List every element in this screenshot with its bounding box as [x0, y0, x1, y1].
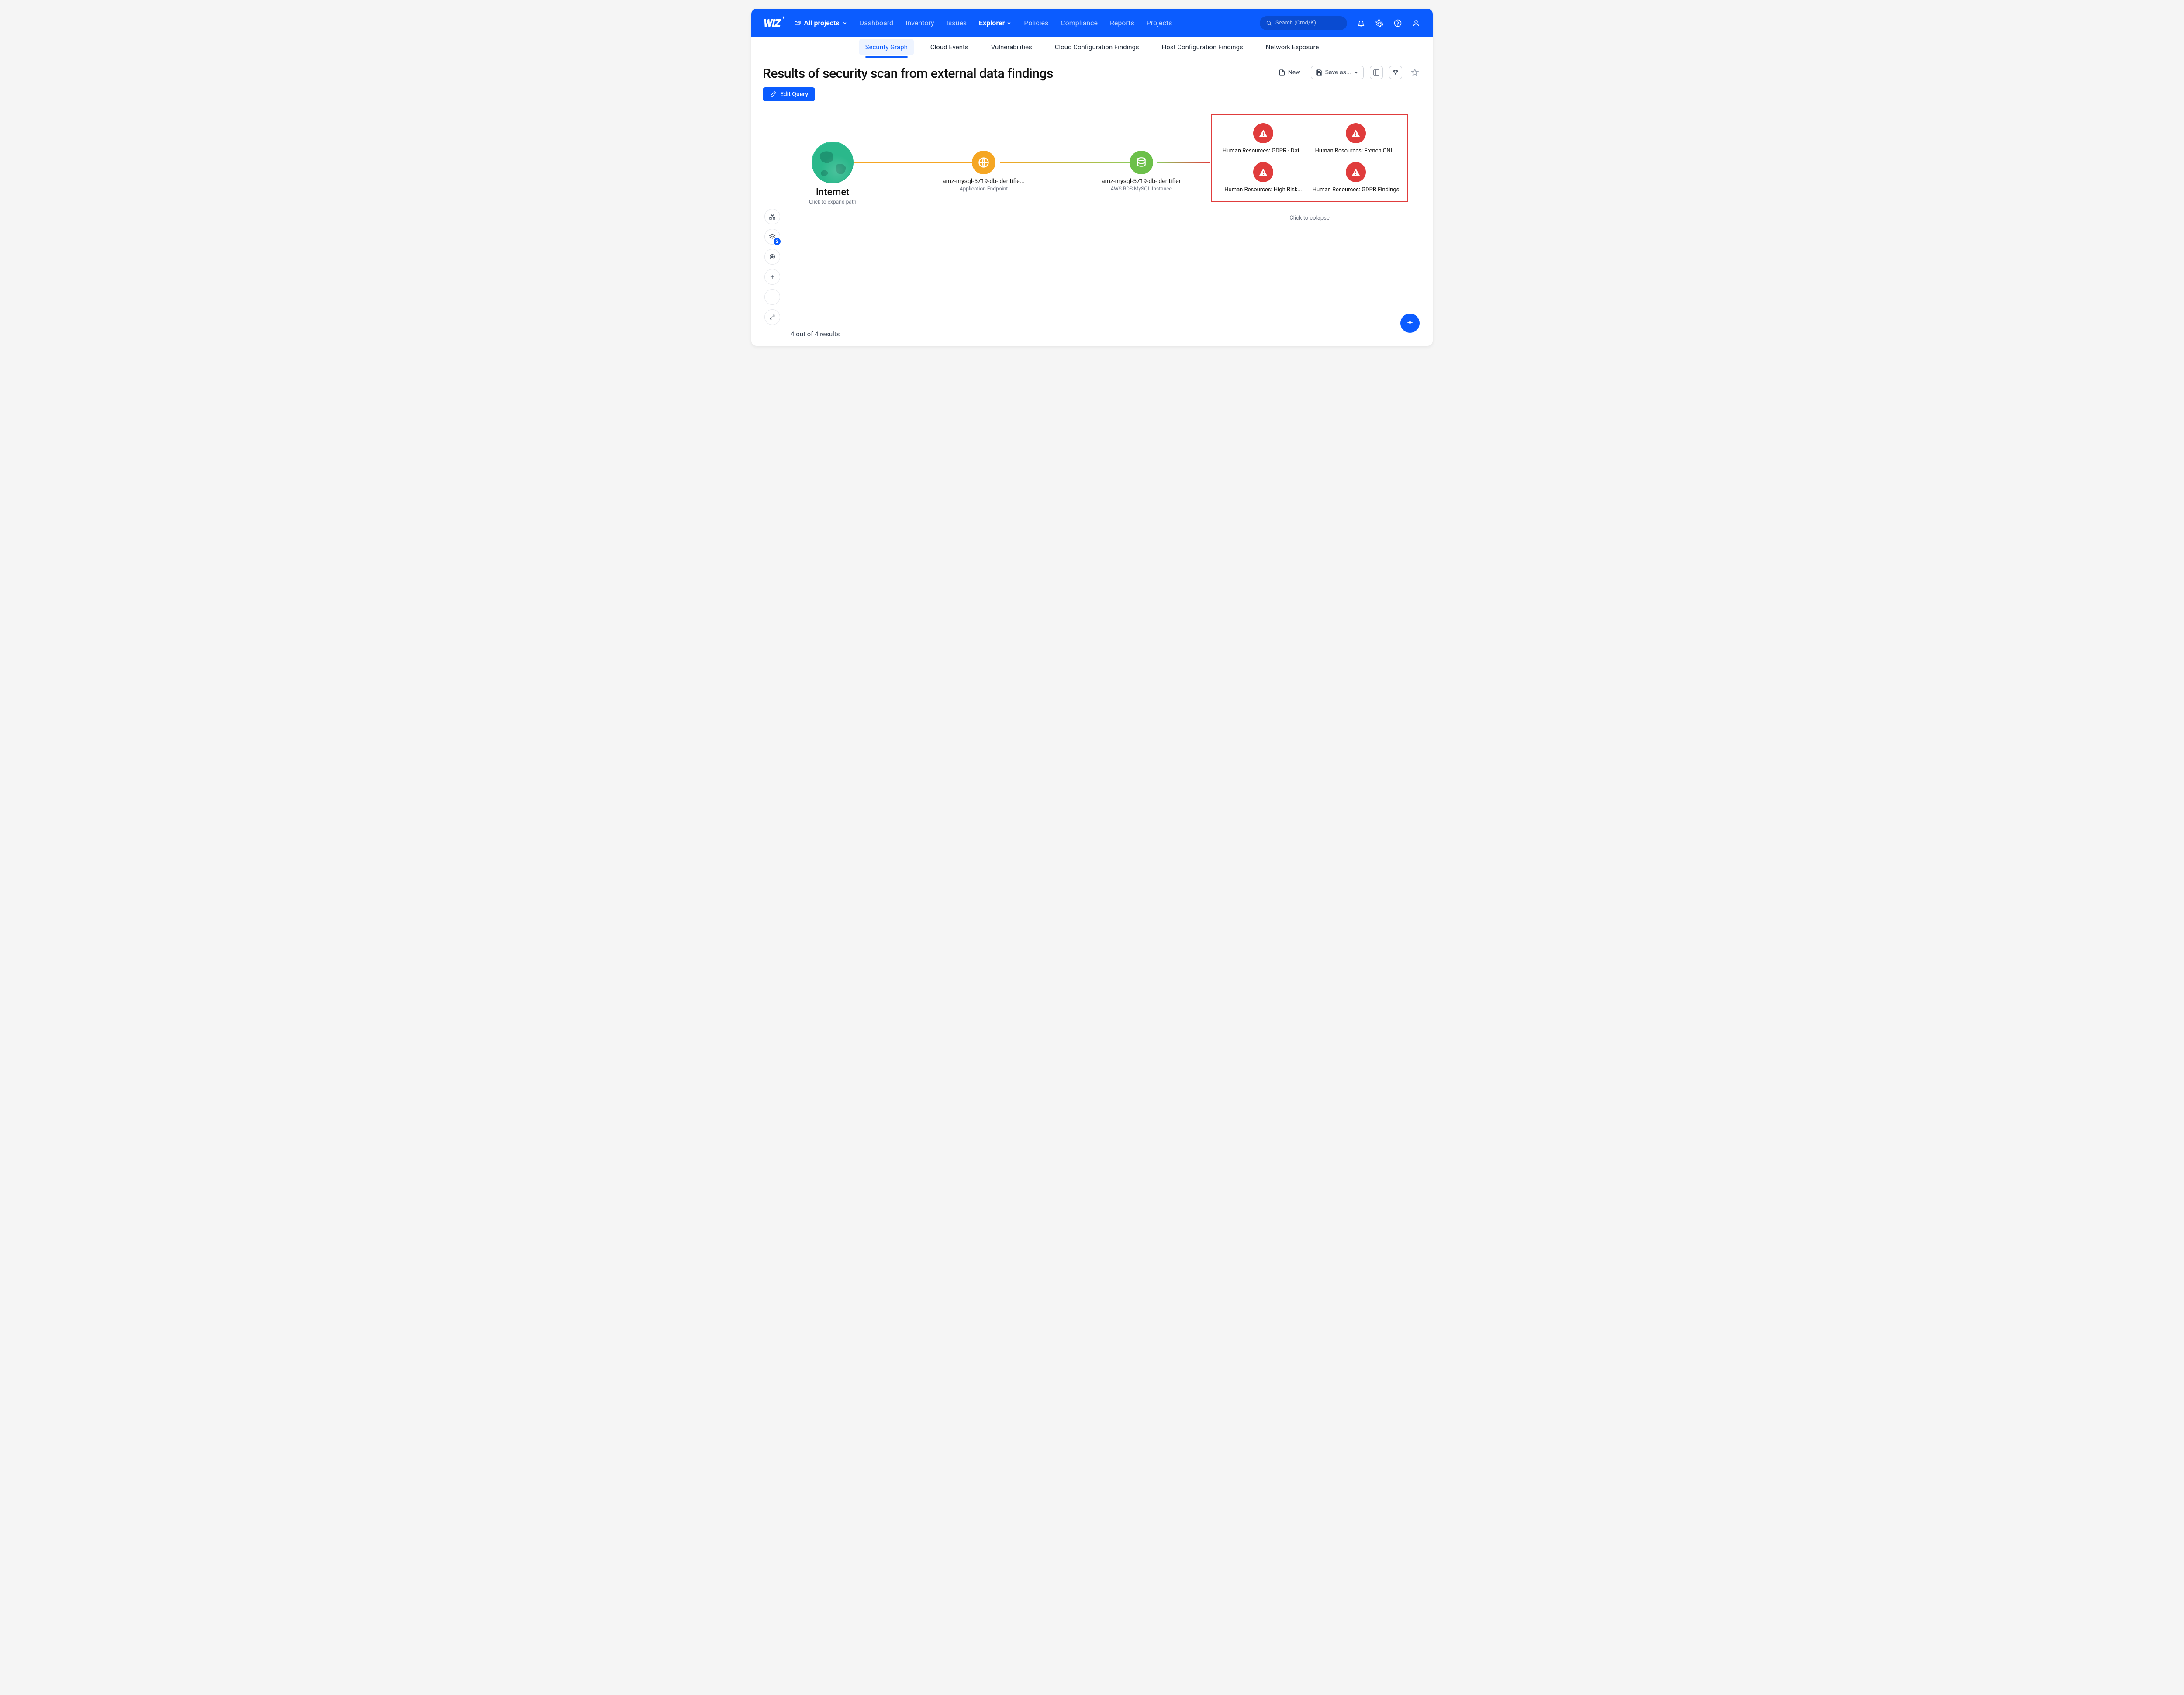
finding-label: Human Resources: GDPR - Dat...	[1223, 148, 1304, 154]
nav-projects[interactable]: Projects	[1147, 19, 1172, 27]
save-as-button[interactable]: Save as...	[1311, 66, 1364, 79]
alert-icon	[1346, 162, 1366, 182]
gear-icon	[1375, 19, 1383, 27]
node-db-sublabel: AWS RDS MySQL Instance	[1111, 186, 1172, 192]
tab-cloud-config-findings[interactable]: Cloud Configuration Findings	[1049, 39, 1145, 55]
chevron-down-icon	[1354, 70, 1359, 75]
finding-item[interactable]: Human Resources: French CNI...	[1310, 123, 1401, 154]
star-button[interactable]	[1408, 66, 1421, 79]
project-picker-label: All projects	[804, 19, 839, 27]
node-internet[interactable]: Internet Click to expand path	[809, 142, 856, 205]
alert-icon	[1346, 123, 1366, 143]
save-as-label: Save as...	[1325, 69, 1351, 76]
globe-icon	[812, 142, 854, 183]
nav-explorer-label: Explorer	[979, 19, 1005, 27]
bell-icon	[1357, 19, 1365, 27]
nav-dashboard[interactable]: Dashboard	[860, 19, 893, 27]
sparkle-icon: ✦	[781, 15, 784, 20]
settings-button[interactable]	[1375, 19, 1384, 28]
tab-security-graph[interactable]: Security Graph	[859, 39, 914, 55]
notifications-button[interactable]	[1357, 19, 1365, 28]
graph-canvas[interactable]: 2 Internet Click to expand pa	[751, 101, 1433, 346]
nav-policies[interactable]: Policies	[1024, 19, 1048, 27]
nav-compliance[interactable]: Compliance	[1061, 19, 1098, 27]
findings-cluster[interactable]: Human Resources: GDPR - Dat... Human Res…	[1211, 114, 1408, 202]
database-icon	[1130, 151, 1153, 174]
new-button[interactable]: New	[1274, 66, 1305, 79]
nav-explorer[interactable]: Explorer	[979, 19, 1012, 27]
tab-network-exposure[interactable]: Network Exposure	[1260, 39, 1325, 55]
search-input[interactable]: Search (Cmd/K)	[1260, 16, 1347, 30]
layout-icon	[1373, 69, 1380, 76]
finding-label: Human Resources: French CNI...	[1315, 148, 1397, 154]
subtabs: Security Graph Cloud Events Vulnerabilit…	[751, 37, 1433, 57]
search-icon	[1266, 20, 1272, 26]
node-endpoint[interactable]: amz-mysql-5719-db-identifie... Applicati…	[943, 151, 1025, 192]
ai-assist-button[interactable]	[1400, 314, 1420, 333]
search-placeholder: Search (Cmd/K)	[1275, 20, 1316, 26]
user-menu[interactable]	[1412, 19, 1420, 28]
user-icon	[1412, 19, 1420, 27]
star-icon	[1411, 69, 1419, 76]
node-db[interactable]: amz-mysql-5719-db-identifier AWS RDS MyS…	[1102, 151, 1181, 192]
help-icon	[1394, 19, 1402, 27]
plus-icon	[769, 274, 775, 280]
focus-button[interactable]	[764, 249, 780, 265]
help-button[interactable]	[1393, 19, 1402, 28]
finding-item[interactable]: Human Resources: High Risk...	[1218, 162, 1309, 193]
alert-icon	[1253, 123, 1273, 143]
chevron-down-icon	[1006, 21, 1012, 26]
zoom-in-button[interactable]	[764, 269, 780, 285]
finding-label: Human Resources: High Risk...	[1224, 186, 1302, 193]
fullscreen-button[interactable]	[764, 309, 780, 325]
edit-query-label: Edit Query	[780, 91, 808, 98]
collapse-hint: Click to colapse	[1211, 215, 1408, 221]
tab-host-config-findings[interactable]: Host Configuration Findings	[1156, 39, 1249, 55]
alert-icon	[1253, 162, 1273, 182]
zoom-out-button[interactable]	[764, 289, 780, 305]
edit-query-button[interactable]: Edit Query	[763, 87, 815, 101]
endpoint-icon	[972, 151, 995, 174]
page-title: Results of security scan from external d…	[763, 66, 1053, 81]
layers-badge: 2	[774, 238, 781, 245]
chevron-down-icon	[842, 21, 847, 26]
node-internet-label: Internet	[816, 187, 850, 198]
node-endpoint-sublabel: Application Endpoint	[960, 186, 1008, 192]
graph-icon	[1392, 69, 1399, 76]
finding-item[interactable]: Human Resources: GDPR Findings	[1310, 162, 1401, 193]
new-label: New	[1288, 69, 1300, 76]
minus-icon	[769, 294, 775, 300]
layers-button[interactable]: 2	[764, 229, 780, 245]
node-db-label: amz-mysql-5719-db-identifier	[1102, 178, 1181, 185]
target-icon	[769, 253, 776, 260]
nav-items: Dashboard Inventory Issues Explorer Poli…	[860, 19, 1260, 27]
nav-reports[interactable]: Reports	[1110, 19, 1134, 27]
project-picker[interactable]: All projects	[794, 19, 847, 27]
hierarchy-icon	[769, 213, 776, 220]
save-icon	[1316, 69, 1323, 76]
tab-vulnerabilities[interactable]: Vulnerabilities	[985, 39, 1038, 55]
top-nav: WIZ✦ All projects Dashboard Inventory Is…	[751, 9, 1433, 37]
nav-issues[interactable]: Issues	[947, 19, 967, 27]
graph-view-button[interactable]	[1389, 66, 1402, 79]
hierarchy-button[interactable]	[764, 209, 780, 224]
results-count: 4 out of 4 results	[791, 330, 840, 338]
finding-item[interactable]: Human Resources: GDPR - Dat...	[1218, 123, 1309, 154]
expand-icon	[769, 314, 775, 320]
node-endpoint-label: amz-mysql-5719-db-identifie...	[943, 178, 1025, 185]
pencil-icon	[770, 91, 777, 98]
folders-icon	[794, 20, 801, 27]
nav-inventory[interactable]: Inventory	[905, 19, 934, 27]
node-internet-sublabel: Click to expand path	[809, 199, 856, 205]
layout-panel-button[interactable]	[1370, 66, 1383, 79]
tab-cloud-events[interactable]: Cloud Events	[924, 39, 975, 55]
brand-logo: WIZ✦	[764, 17, 780, 29]
file-icon	[1279, 69, 1286, 76]
sparkle-icon	[1406, 319, 1414, 328]
finding-label: Human Resources: GDPR Findings	[1313, 186, 1400, 193]
